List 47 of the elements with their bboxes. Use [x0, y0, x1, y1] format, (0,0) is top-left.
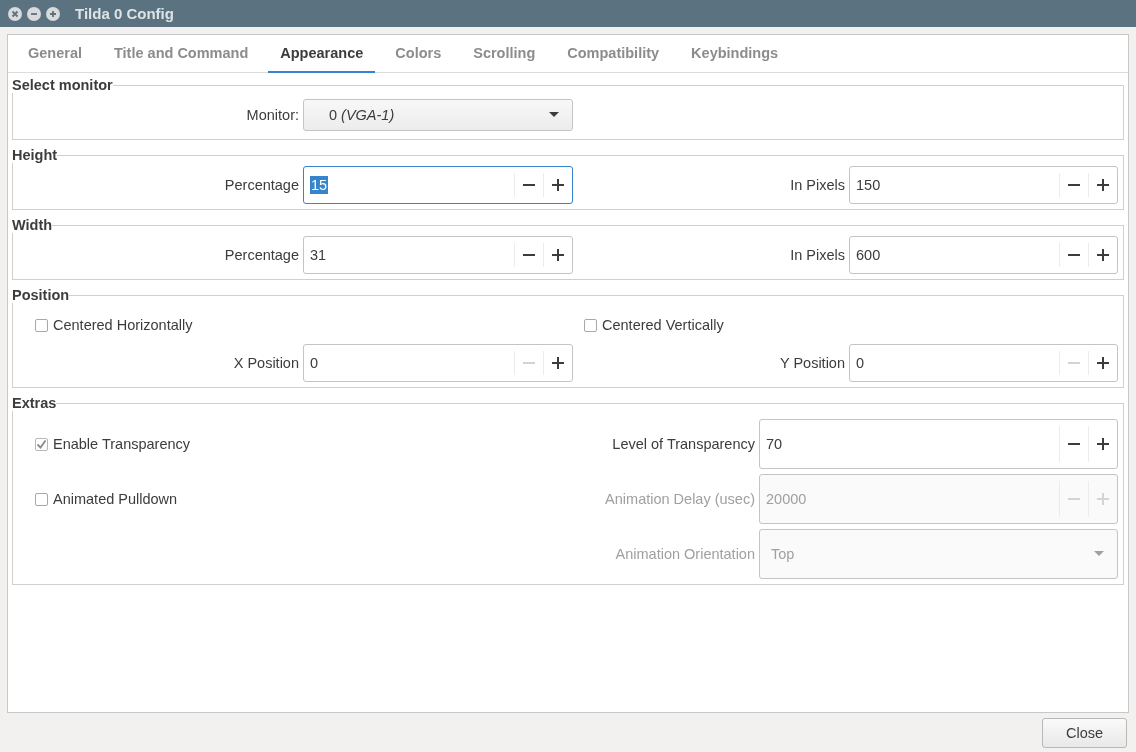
field-label: Level of Transparency [612, 436, 755, 452]
number-field[interactable]: 0 [849, 344, 1118, 382]
number-field[interactable]: 31 [303, 236, 573, 274]
section-title: Extras [12, 395, 57, 411]
maximize-icon[interactable] [46, 6, 60, 21]
field-label: Animation Orientation [615, 546, 755, 562]
close-button[interactable]: Close [1042, 717, 1127, 748]
number-field[interactable]: 15 [303, 166, 573, 204]
minimize-icon[interactable] [27, 6, 41, 21]
checkbox[interactable] [35, 318, 48, 332]
field-label: Monitor: [246, 107, 299, 123]
section-title: Width [12, 217, 53, 233]
field-label: Percentage [224, 177, 299, 193]
window-title: Tilda 0 Config [75, 5, 174, 22]
field-label: X Position [233, 355, 299, 371]
dropdown-arrow-icon [549, 112, 559, 118]
section-title: Height [12, 147, 58, 163]
field-label: Percentage [224, 247, 299, 263]
checkbox-label[interactable]: Centered Vertically [584, 317, 724, 333]
checkbox[interactable] [584, 318, 597, 332]
dropdown[interactable]: 0 (VGA-1) [303, 99, 573, 131]
number-field[interactable]: 600 [849, 236, 1118, 274]
field-label: Animation Delay (usec) [605, 491, 755, 507]
plus-icon [551, 356, 565, 370]
number-field[interactable]: 150 [849, 166, 1118, 204]
plus-icon [1096, 178, 1110, 192]
checkbox-label[interactable]: Centered Horizontally [35, 317, 193, 333]
dropdown-arrow-icon [1094, 551, 1104, 557]
number-field[interactable]: 0 [303, 344, 573, 382]
section-title: Position [12, 287, 70, 303]
checkbox[interactable] [35, 437, 48, 451]
plus-icon [1096, 356, 1110, 370]
checkbox[interactable] [35, 492, 48, 506]
number-field[interactable]: 70 [759, 419, 1118, 469]
checkbox-label[interactable]: Enable Transparency [35, 436, 191, 452]
section-title: Select monitor [12, 77, 113, 93]
plus-icon [551, 178, 565, 192]
field-label: Y Position [779, 355, 845, 371]
field-label: In Pixels [790, 177, 845, 193]
tab[interactable]: Appearance [268, 35, 376, 73]
plus-icon [1096, 492, 1110, 506]
plus-icon [551, 248, 565, 262]
checkbox-label[interactable]: Animated Pulldown [35, 491, 178, 507]
field-label: In Pixels [790, 247, 845, 263]
plus-icon [1096, 248, 1110, 262]
plus-icon [1096, 437, 1110, 451]
close-icon[interactable] [8, 6, 22, 21]
